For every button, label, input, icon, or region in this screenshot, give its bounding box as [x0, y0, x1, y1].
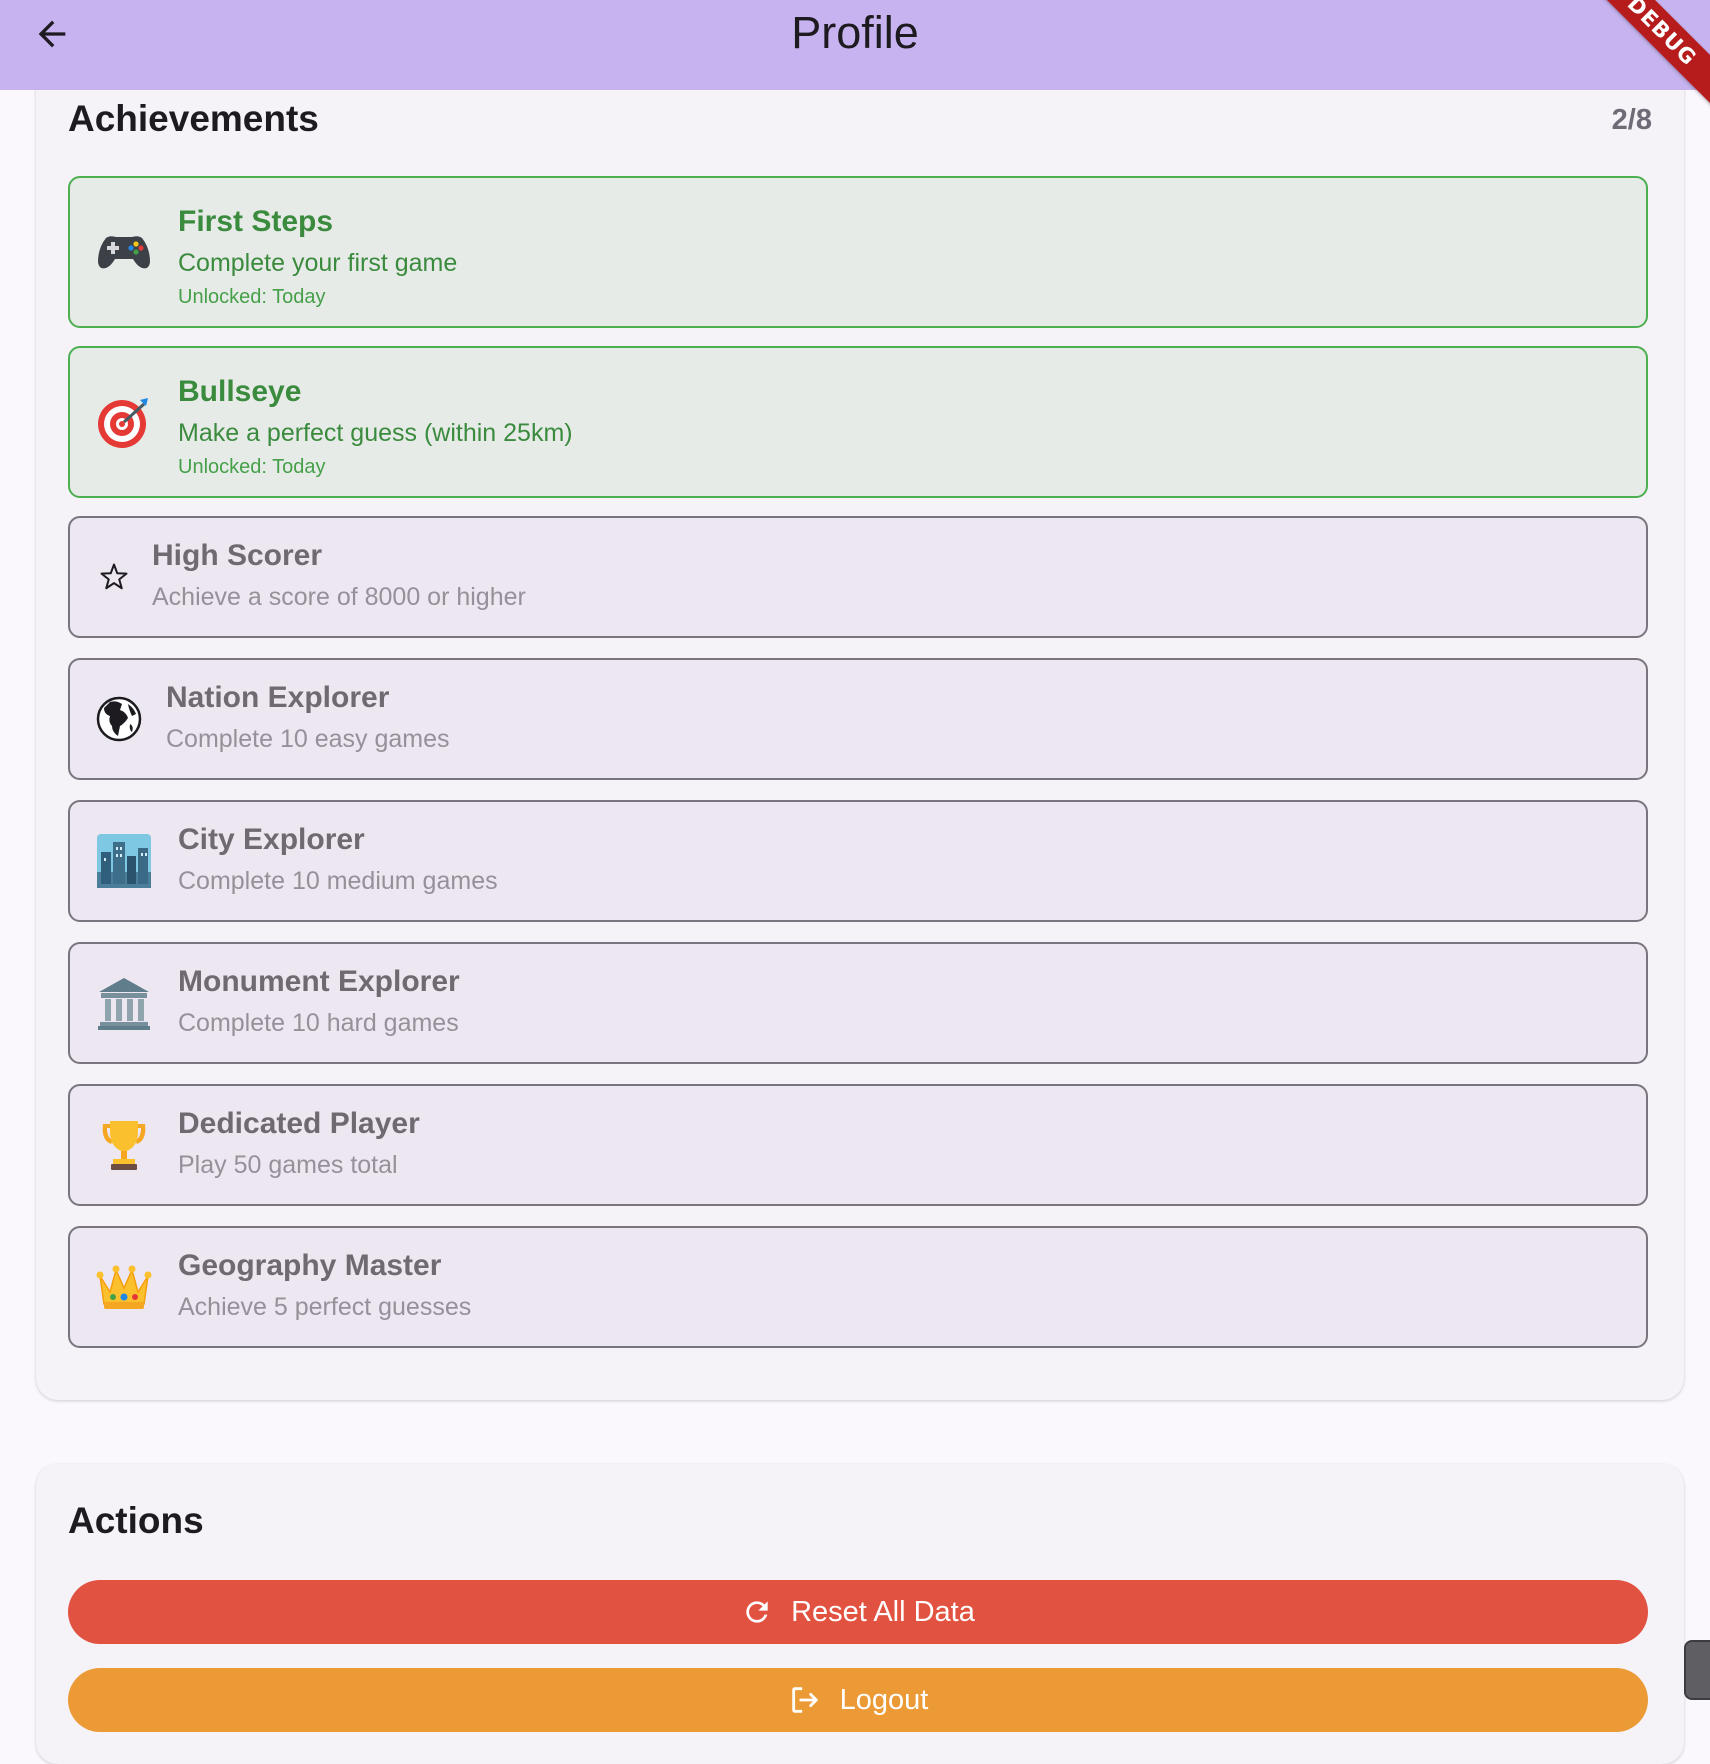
achievements-count: 2/8: [1611, 104, 1652, 136]
reset-button-label: Reset All Data: [791, 1595, 975, 1628]
logout-button-label: Logout: [839, 1683, 929, 1716]
achievement-city-explorer[interactable]: City Explorer Complete 10 medium games: [68, 800, 1648, 922]
achievements-title: Achievements: [68, 98, 319, 139]
achievement-name: Dedicated Player: [178, 1107, 420, 1140]
city-icon: [96, 833, 152, 889]
achievement-description: Complete 10 medium games: [178, 867, 498, 895]
actions-card: Actions Reset All Data Logout: [36, 1464, 1684, 1764]
achievement-name: Geography Master: [178, 1249, 442, 1282]
trophy-icon: [96, 1117, 152, 1173]
logout-button[interactable]: Logout: [68, 1668, 1648, 1732]
achievement-name: Nation Explorer: [166, 681, 390, 714]
achievement-description: Make a perfect guess (within 25km): [178, 419, 573, 447]
achievement-description: Complete 10 easy games: [166, 725, 450, 753]
scrollbar-thumb[interactable]: [1684, 1640, 1710, 1700]
page-title: Profile: [791, 7, 919, 58]
achievement-description: Achieve a score of 8000 or higher: [152, 583, 526, 611]
globe-icon: [96, 696, 142, 742]
achievement-nation-explorer[interactable]: Nation Explorer Complete 10 easy games: [68, 658, 1648, 780]
achievement-name: Bullseye: [178, 375, 302, 408]
achievement-bullseye[interactable]: Bullseye Make a perfect guess (within 25…: [68, 346, 1648, 498]
achievement-description: Complete your first game: [178, 249, 458, 277]
game-controller-icon: [96, 224, 152, 280]
achievement-unlocked-date: Unlocked: Today: [178, 456, 326, 478]
app-bar: Profile DEBUG: [0, 0, 1710, 121]
achievement-name: High Scorer: [152, 539, 323, 572]
achievement-description: Achieve 5 perfect guesses: [178, 1293, 472, 1321]
achievement-high-scorer[interactable]: High Scorer Achieve a score of 8000 or h…: [68, 516, 1648, 638]
achievement-name: First Steps: [178, 205, 334, 238]
achievement-dedicated-player[interactable]: Dedicated Player Play 50 games total: [68, 1084, 1648, 1206]
crown-icon: [96, 1259, 152, 1315]
monument-icon: [96, 975, 152, 1031]
achievement-unlocked-date: Unlocked: Today: [178, 286, 326, 308]
star-icon: [96, 559, 132, 595]
logout-icon: [791, 1687, 818, 1713]
refresh-icon: [746, 1601, 768, 1623]
target-icon: [96, 394, 152, 450]
achievement-first-steps[interactable]: First Steps Complete your first game Unl…: [68, 176, 1648, 328]
reset-all-data-button[interactable]: Reset All Data: [68, 1580, 1648, 1644]
achievement-name: City Explorer: [178, 823, 365, 856]
achievement-monument-explorer[interactable]: Monument Explorer Complete 10 hard games: [68, 942, 1648, 1064]
achievement-name: Monument Explorer: [178, 965, 460, 998]
achievement-description: Complete 10 hard games: [178, 1009, 459, 1037]
actions-title: Actions: [68, 1500, 204, 1541]
achievement-geography-master[interactable]: Geography Master Achieve 5 perfect guess…: [68, 1226, 1648, 1348]
achievements-card: Achievements 2/8 First Steps Complete yo…: [36, 0, 1684, 1400]
achievement-description: Play 50 games total: [178, 1151, 398, 1179]
